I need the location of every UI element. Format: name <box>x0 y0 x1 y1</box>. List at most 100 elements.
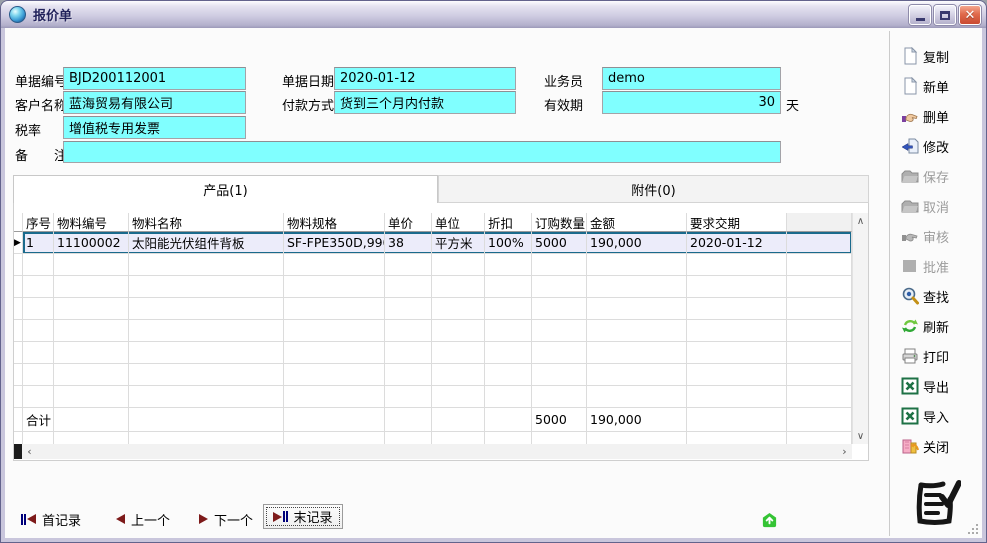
doc-no-field[interactable] <box>63 67 246 90</box>
modify-icon <box>901 137 919 155</box>
cell-amount[interactable]: 190,000 <box>587 232 687 254</box>
remark-field[interactable] <box>63 141 781 163</box>
import-button[interactable]: 导入 <box>901 405 981 427</box>
horizontal-scrollbar[interactable]: ‹ › <box>14 444 852 459</box>
table-cell <box>687 386 787 408</box>
total-empty-cell <box>787 408 852 432</box>
table-cell <box>532 432 587 444</box>
cell-unit[interactable]: 平方米 <box>432 232 485 254</box>
minimize-button[interactable] <box>909 5 931 25</box>
customer-field[interactable] <box>63 91 246 114</box>
table-cell <box>787 298 852 320</box>
scroll-left-icon[interactable]: ‹ <box>22 445 37 458</box>
header-code[interactable]: 物料编号 <box>54 213 129 232</box>
cell-name[interactable]: 太阳能光伏组件背板 <box>129 232 284 254</box>
table-row[interactable] <box>14 364 852 386</box>
titlebar[interactable]: 报价单 ✕ <box>1 1 986 28</box>
table-row[interactable] <box>14 254 852 276</box>
table-cell <box>54 432 129 444</box>
previous-record-label: 上一个 <box>131 510 170 529</box>
scroll-down-icon[interactable]: ∨ <box>853 428 868 444</box>
close-button[interactable]: ✕ <box>959 5 981 25</box>
header-unit[interactable]: 单位 <box>432 213 485 232</box>
first-record-icon <box>21 514 36 525</box>
previous-record-button[interactable]: 上一个 <box>116 506 170 532</box>
current-row-marker-icon: ▶ <box>14 233 21 253</box>
table-empty-rows <box>14 432 852 444</box>
find-label: 查找 <box>923 287 949 306</box>
table-row-selected[interactable]: ▶ 1 11100002 太阳能光伏组件背板 SF-FPE350D,990 38… <box>14 232 852 254</box>
print-label: 打印 <box>923 347 949 366</box>
table-row[interactable] <box>14 276 852 298</box>
print-button[interactable]: 打印 <box>901 345 981 367</box>
table-header-row: 序号 物料编号 物料名称 物料规格 单价 单位 折扣 订购数量 金额 要求交期 <box>14 213 852 232</box>
find-button[interactable]: 查找 <box>901 285 981 307</box>
modify-label: 修改 <box>923 137 949 156</box>
tab-attachments[interactable]: 附件(0) <box>438 175 869 203</box>
table-cell <box>587 386 687 408</box>
approve-button[interactable]: 批准 <box>901 255 981 277</box>
cell-price[interactable]: 38 <box>385 232 432 254</box>
total-empty-cell <box>485 408 532 432</box>
total-empty-cell <box>54 408 129 432</box>
cell-spec[interactable]: SF-FPE350D,990 <box>284 232 385 254</box>
salesman-field[interactable] <box>602 67 781 90</box>
cell-extra[interactable] <box>787 232 852 254</box>
doc-date-field[interactable] <box>334 67 516 90</box>
cell-delivery[interactable]: 2020-01-12 <box>687 232 787 254</box>
table-cell <box>532 320 587 342</box>
last-record-button[interactable]: 末记录 <box>263 504 343 529</box>
new-doc-button[interactable]: 新单 <box>901 75 981 97</box>
table-cell <box>54 298 129 320</box>
table-cell <box>787 342 852 364</box>
refresh-button[interactable]: 刷新 <box>901 315 981 337</box>
first-record-button[interactable]: 首记录 <box>21 506 81 532</box>
table-cell <box>385 342 432 364</box>
header-seq[interactable]: 序号 <box>23 213 54 232</box>
vertical-scrollbar[interactable]: ∧ ∨ <box>852 213 868 444</box>
header-spec[interactable]: 物料规格 <box>284 213 385 232</box>
table-row[interactable] <box>14 298 852 320</box>
cell-discount[interactable]: 100% <box>485 232 532 254</box>
export-button[interactable]: 导出 <box>901 375 981 397</box>
header-name[interactable]: 物料名称 <box>129 213 284 232</box>
table-row[interactable] <box>14 386 852 408</box>
table-grid: 序号 物料编号 物料名称 物料规格 单价 单位 折扣 订购数量 金额 要求交期 … <box>14 213 852 444</box>
cell-code[interactable]: 11100002 <box>54 232 129 254</box>
audit-button[interactable]: 审核 <box>901 225 981 247</box>
table-row[interactable] <box>14 320 852 342</box>
modify-button[interactable]: 修改 <box>901 135 981 157</box>
save-button[interactable]: 保存 <box>901 165 981 187</box>
tab-products[interactable]: 产品(1) <box>13 175 438 203</box>
cell-qty[interactable]: 5000 <box>532 232 587 254</box>
cell-seq[interactable]: 1 <box>23 232 54 254</box>
copy-button[interactable]: 复制 <box>901 45 981 67</box>
validity-field[interactable] <box>602 91 781 114</box>
export-excel-icon <box>901 377 919 395</box>
header-amount[interactable]: 金额 <box>587 213 687 232</box>
header-price[interactable]: 单价 <box>385 213 432 232</box>
tax-field[interactable] <box>63 116 246 139</box>
table-row[interactable] <box>14 432 852 444</box>
scroll-right-icon[interactable]: › <box>837 445 852 458</box>
maximize-icon <box>940 11 950 20</box>
minimize-icon <box>916 18 925 21</box>
globe-icon <box>9 6 26 23</box>
payment-field[interactable] <box>334 91 516 114</box>
row-indicator-cell <box>14 408 23 432</box>
header-delivery[interactable]: 要求交期 <box>687 213 787 232</box>
table-cell <box>14 386 23 408</box>
save-label: 保存 <box>923 167 949 186</box>
header-discount[interactable]: 折扣 <box>485 213 532 232</box>
save-icon <box>901 167 919 185</box>
next-record-button[interactable]: 下一个 <box>199 506 253 532</box>
delete-doc-button[interactable]: 删单 <box>901 105 981 127</box>
close-form-button[interactable]: 关闭 <box>901 435 981 457</box>
scroll-up-icon[interactable]: ∧ <box>853 213 868 229</box>
table-row[interactable] <box>14 342 852 364</box>
maximize-button[interactable] <box>934 5 956 25</box>
table-cell <box>14 432 23 444</box>
cancel-button[interactable]: 取消 <box>901 195 981 217</box>
resize-grip[interactable] <box>967 523 979 535</box>
header-qty[interactable]: 订购数量 <box>532 213 587 232</box>
